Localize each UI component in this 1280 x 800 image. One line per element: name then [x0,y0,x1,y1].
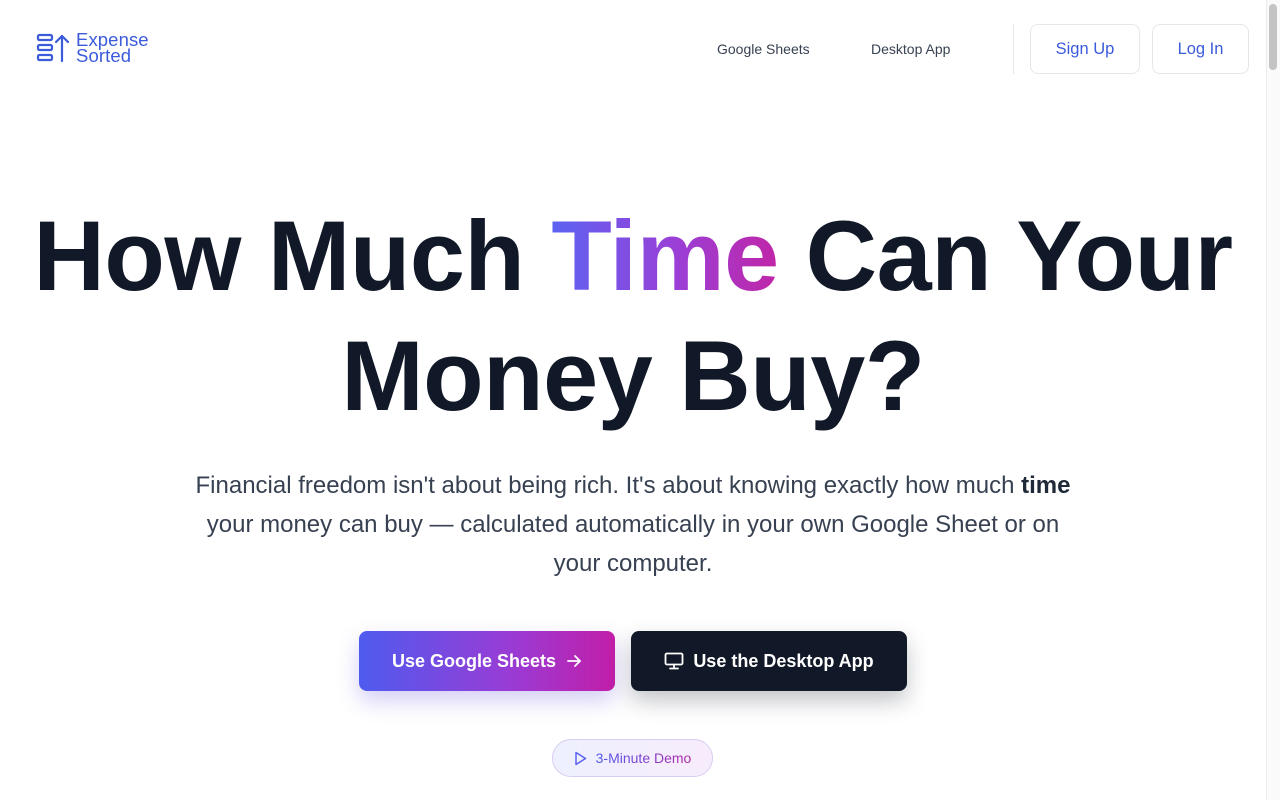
hero-subtitle-part2: your money can buy — calculated automati… [206,511,1060,577]
hero-title-before: How Much [33,200,552,311]
demo-video-label: 3-Minute Demo [595,750,692,766]
play-icon [574,751,587,766]
demo-video-button[interactable]: 3-Minute Demo [552,739,713,777]
use-desktop-app-label: Use the Desktop App [693,650,874,671]
use-google-sheets-label: Use Google Sheets [391,650,557,671]
hero-subtitle: Financial freedom isn't about being rich… [183,466,1083,583]
brand-name: Expense Sorted [76,30,149,66]
page-scrollbar[interactable] [1266,0,1280,800]
expense-sorted-logo-icon [36,32,70,64]
arrow-right-icon [566,653,582,669]
nav-divider [1013,24,1014,74]
nav-link-google-sheets[interactable]: Google Sheets [717,40,810,58]
scrollbar-thumb[interactable] [1269,4,1277,70]
hero-subtitle-part1: Financial freedom isn't about being rich… [195,472,1022,499]
sign-up-button[interactable]: Sign Up [1030,24,1140,74]
brand-name-line2: Sorted [76,45,132,66]
nav-link-desktop-app[interactable]: Desktop App [871,40,950,58]
monitor-icon [664,652,684,670]
site-header: Expense Sorted Google Sheets Desktop App… [0,0,1266,98]
use-desktop-app-button[interactable]: Use the Desktop App [631,631,907,691]
log-in-button[interactable]: Log In [1152,24,1249,74]
hero-title-highlight: Time [551,200,779,311]
use-google-sheets-button[interactable]: Use Google Sheets [359,631,615,691]
hero-subtitle-bold: time [1021,472,1071,499]
hero-title: How Much Time Can Your Money Buy? [0,196,1266,436]
brand-logo[interactable]: Expense Sorted [36,30,149,66]
